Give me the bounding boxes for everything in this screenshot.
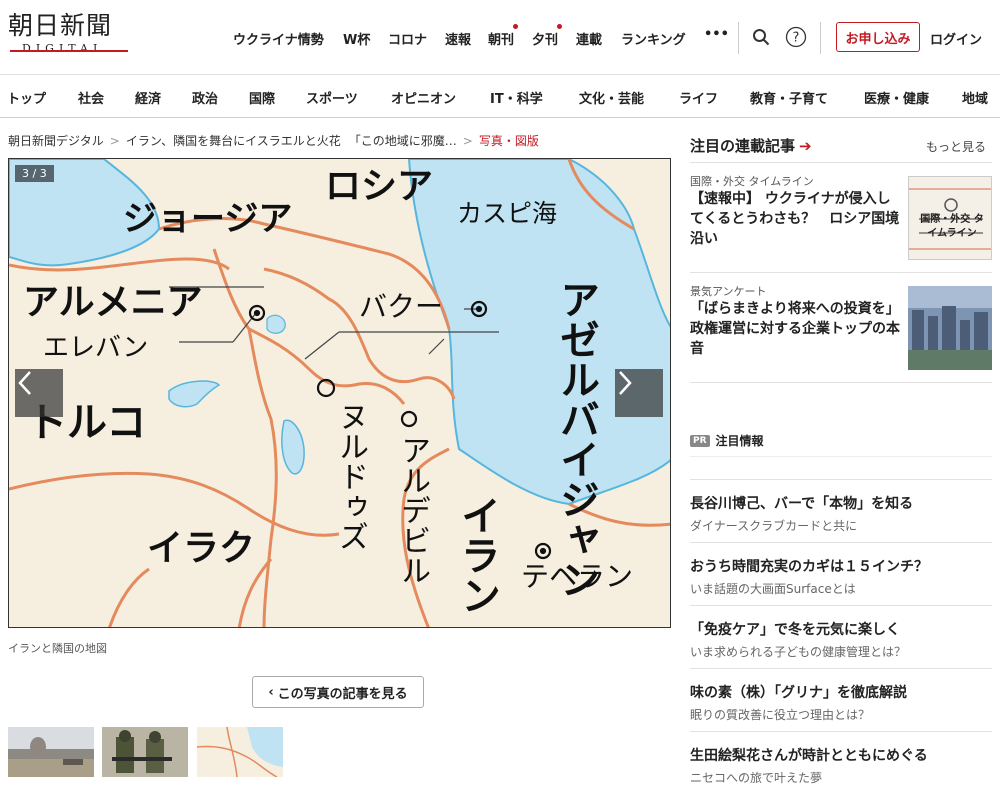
photo-thumbnail[interactable] xyxy=(102,727,188,777)
map-label-armenia: アルメニア xyxy=(23,282,203,323)
new-indicator-dot xyxy=(557,24,563,29)
category-international[interactable]: 国際 xyxy=(249,88,275,107)
photo-thumbnail[interactable] xyxy=(8,727,94,777)
divider xyxy=(690,382,992,383)
nav-corona[interactable]: コロナ xyxy=(388,29,427,48)
header-divider xyxy=(820,22,821,54)
category-politics[interactable]: 政治 xyxy=(192,88,218,107)
chevron-left-icon xyxy=(18,371,31,395)
breadcrumb-subarticle[interactable]: 「この地域に邪魔… xyxy=(349,134,457,148)
breadcrumb-home[interactable]: 朝日新聞デジタル xyxy=(8,134,104,148)
logo-underline xyxy=(10,50,128,52)
nav-worldcup[interactable]: W杯 xyxy=(343,29,370,48)
card-tag: 景気アンケート xyxy=(690,285,767,298)
svg-text:?: ? xyxy=(793,31,800,46)
map-label-baku: バクー xyxy=(359,290,444,323)
map-label-ardabil: アルデビル xyxy=(395,435,430,585)
nav-ukraine[interactable]: ウクライナ情勢 xyxy=(233,29,324,48)
nav-evening[interactable]: 夕刊 xyxy=(532,33,558,48)
map-label-georgia: ジョージア xyxy=(123,199,293,239)
ad-title[interactable]: 生田絵梨花さんが時計とともにめぐる xyxy=(690,745,928,765)
divider xyxy=(690,272,992,273)
category-life[interactable]: ライフ xyxy=(679,88,718,107)
ad-subtitle: ニセコへの旅で叶えた夢 xyxy=(690,771,823,785)
divider xyxy=(690,605,992,606)
category-economy[interactable]: 経済 xyxy=(135,88,161,107)
logo-english: DIGITAL xyxy=(22,42,106,55)
divider xyxy=(690,162,992,163)
nav-breaking[interactable]: 速報 xyxy=(445,29,471,48)
category-it-science[interactable]: IT・科学 xyxy=(490,88,543,107)
card-thumbnail[interactable]: 国際・外交 タイムライン xyxy=(908,176,992,260)
card-tag: 国際・外交 タイムライン xyxy=(690,175,814,188)
nav-morning[interactable]: 朝刊 xyxy=(488,33,514,48)
chevron-left-icon: ‹ xyxy=(268,684,274,700)
ad-title[interactable]: 長谷川博己、バーで「本物」を知る xyxy=(690,493,913,513)
card-title[interactable]: 「ばらまきより将来への投資を」 政権運営に対する企業トップの本音 xyxy=(690,299,907,359)
pr-heading: PR 注目情報 xyxy=(690,432,764,449)
help-icon[interactable]: ? xyxy=(784,25,808,49)
login-link[interactable]: ログイン xyxy=(930,29,982,48)
search-icon[interactable] xyxy=(749,25,773,49)
map-label-iraq: イラク xyxy=(147,528,256,569)
category-education[interactable]: 教育・子育て xyxy=(750,88,828,107)
divider xyxy=(690,731,992,732)
breadcrumb: 朝日新聞デジタル > イラン、隣国を舞台にイスラエルと火花 「この地域に邪魔… > 写真・… xyxy=(8,132,539,149)
map-label-nordooz: ヌルドゥズ xyxy=(333,401,368,551)
ad-subtitle: いま求められる子どもの健康管理とは？ xyxy=(690,645,907,659)
category-opinion[interactable]: オピニオン xyxy=(391,88,456,107)
chevron-right-icon: > xyxy=(109,134,120,148)
arrow-right-icon: ➔ xyxy=(799,137,812,155)
ad-subtitle: ダイナースクラブカードと共に xyxy=(690,519,858,533)
see-article-button[interactable]: ‹ この写真の記事を見る xyxy=(252,676,424,708)
chevron-right-icon xyxy=(619,371,632,395)
nav-ranking[interactable]: ランキング xyxy=(621,29,686,48)
map-label-tehran: テヘラン xyxy=(521,560,634,593)
divider xyxy=(690,668,992,669)
chevron-right-icon: > xyxy=(462,134,473,148)
header-divider xyxy=(738,22,739,54)
nav-series[interactable]: 連載 xyxy=(576,29,602,48)
nav-more-button[interactable]: ••• xyxy=(704,27,729,42)
pr-badge: PR xyxy=(690,434,710,447)
subscribe-button[interactable]: お申し込み xyxy=(836,22,920,52)
photo-caption: イランと隣国の地図 xyxy=(8,642,107,655)
category-nav: トップ 社会 経済 政治 国際 スポーツ オピニオン IT・科学 文化・芸能 ラ… xyxy=(0,74,1000,118)
logo-japanese: 朝日新聞 xyxy=(8,11,113,40)
map-label-caspian-sea: カスピ海 xyxy=(457,199,558,228)
map-label-iran: イラン xyxy=(454,495,500,615)
breadcrumb-article[interactable]: イラン、隣国を舞台にイスラエルと火花 xyxy=(126,134,341,148)
map-label-yerevan: エレバン xyxy=(43,333,149,363)
category-health[interactable]: 医療・健康 xyxy=(864,88,929,107)
map-label-azerbaijan: アゼルバイジャン xyxy=(553,279,599,599)
ad-subtitle: 眠りの質改善に役立つ理由とは？ xyxy=(690,708,871,722)
thumbnail-label: 国際・外交 タイムライン xyxy=(920,214,984,239)
category-culture[interactable]: 文化・芸能 xyxy=(579,88,644,107)
more-series-link[interactable]: もっと見る xyxy=(926,138,986,155)
category-top[interactable]: トップ xyxy=(7,88,46,107)
category-region[interactable]: 地域 xyxy=(962,88,988,107)
site-logo[interactable]: 朝日新聞 DIGITAL xyxy=(8,12,138,55)
next-photo-button[interactable] xyxy=(615,369,663,417)
new-indicator-dot xyxy=(513,24,519,29)
divider xyxy=(690,456,992,457)
sidebar-heading[interactable]: 注目の連載記事 ➔ xyxy=(690,135,812,156)
ad-subtitle: いま話題の大画面Surfaceとは xyxy=(690,582,856,596)
breadcrumb-current: 写真・図版 xyxy=(478,134,539,148)
category-sports[interactable]: スポーツ xyxy=(306,88,358,107)
card-thumbnail[interactable] xyxy=(908,286,992,370)
map-label-russia: ロシア xyxy=(325,166,434,207)
divider xyxy=(690,479,992,480)
category-society[interactable]: 社会 xyxy=(78,88,104,107)
ad-title[interactable]: 味の素（株）「グリナ」を徹底解説 xyxy=(690,682,907,702)
photo-counter: 3 / 3 xyxy=(15,165,54,182)
card-title[interactable]: 【速報中】 ウクライナが侵入してくるとうわさも？ ロシア国境沿い xyxy=(690,189,900,249)
divider xyxy=(690,542,992,543)
photo-viewer: ロシア ジョージア カスピ海 アルメニア エレバン バクー アゼルバイジャン ト… xyxy=(8,158,671,628)
ad-title[interactable]: 「免疫ケア」で冬を元気に楽しく xyxy=(690,619,900,639)
ad-title[interactable]: おうち時間充実のカギは１５インチ？ xyxy=(690,556,928,576)
previous-photo-button[interactable] xyxy=(15,369,63,417)
photo-thumbnail-active[interactable] xyxy=(197,727,283,777)
